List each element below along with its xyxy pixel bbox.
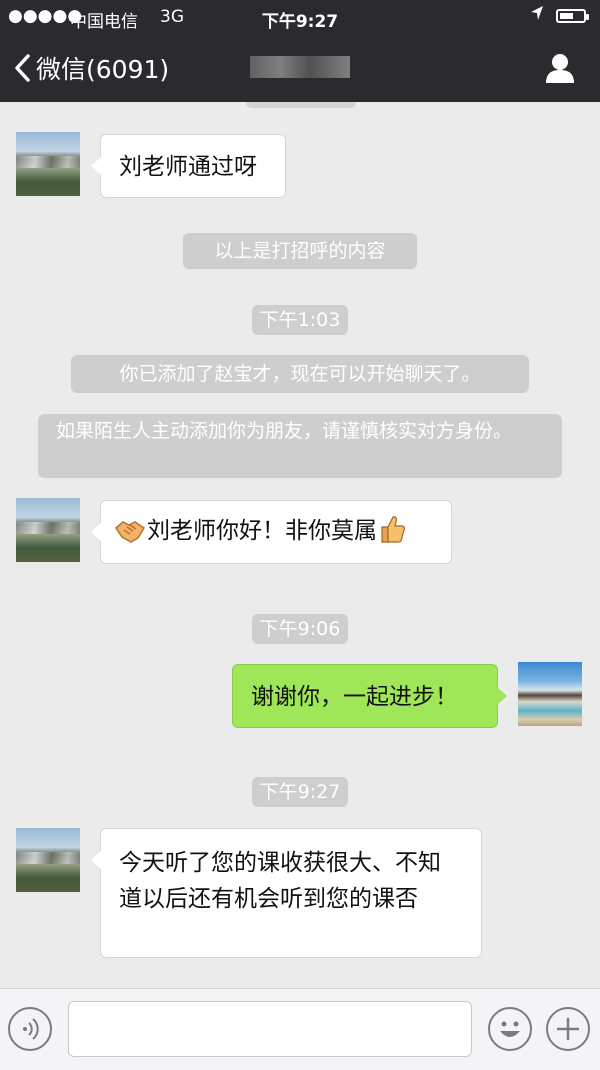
message-bubble[interactable]: 今天听了您的课收获很大、不知道以后还有机会听到您的课否	[91, 828, 482, 958]
system-notice-text: 如果陌生人主动添加你为朋友，请谨慎核实对方身份。	[56, 420, 513, 442]
message-bubble[interactable]: 刘老师你好！非你莫属	[91, 500, 452, 564]
timestamp-text: 下午1:03	[259, 309, 341, 331]
system-notice-text: 你已添加了赵宝才，现在可以开始聊天了。	[119, 363, 481, 385]
back-label: 微信(6091)	[36, 55, 170, 84]
message-text: 刘老师你好！非你莫属	[147, 518, 377, 544]
system-notice: 以上是打招呼的内容	[183, 233, 417, 269]
timestamp-text: 下午9:06	[259, 618, 341, 640]
message-text: 今天听了您的课收获很大、不知道以后还有机会听到您的课否	[119, 850, 441, 912]
back-button[interactable]: 微信(6091)	[14, 48, 169, 88]
voice-icon	[23, 1018, 39, 1040]
battery-icon	[556, 9, 589, 23]
system-notice-text: 以上是打招呼的内容	[214, 240, 386, 262]
thumbs-up-emoji-icon	[379, 514, 405, 555]
handshake-emoji-icon	[115, 516, 146, 555]
plus-icon	[557, 1018, 579, 1040]
avatar-self[interactable]	[518, 662, 582, 726]
system-notice: 如果陌生人主动添加你为朋友，请谨慎核实对方身份。	[38, 414, 562, 478]
more-button[interactable]	[546, 1007, 590, 1051]
location-arrow-icon	[530, 5, 544, 25]
message-text: 刘老师通过呀	[119, 154, 257, 180]
chat-area[interactable]: 刘老师通过呀 以上是打招呼的内容 下午1:03 你已添加了赵宝才，现在可以开始聊…	[0, 102, 600, 988]
person-icon	[546, 54, 574, 83]
previous-message-edge	[246, 102, 356, 108]
profile-button[interactable]	[544, 52, 576, 88]
message-bubble[interactable]: 刘老师通过呀	[91, 134, 286, 198]
message-text: 谢谢你，一起进步！	[251, 684, 458, 710]
emoji-button[interactable]	[488, 1007, 532, 1051]
input-bar	[0, 988, 600, 1070]
timestamp: 下午9:27	[252, 777, 348, 807]
voice-button[interactable]	[8, 1007, 52, 1051]
timestamp: 下午9:06	[252, 614, 348, 644]
system-notice: 你已添加了赵宝才，现在可以开始聊天了。	[71, 355, 529, 393]
timestamp-text: 下午9:27	[259, 781, 341, 803]
nav-bar: 微信(6091)	[0, 34, 600, 102]
smiley-icon	[500, 1021, 520, 1037]
avatar[interactable]	[16, 132, 80, 196]
message-bubble-sent[interactable]: 谢谢你，一起进步！	[232, 664, 507, 728]
status-bar: ●●●●● 中国电信 3G 下午9:27	[0, 0, 600, 34]
chevron-left-icon	[15, 54, 30, 82]
avatar[interactable]	[16, 828, 80, 892]
timestamp: 下午1:03	[252, 305, 348, 335]
chat-title-blurred	[250, 56, 350, 78]
message-input[interactable]	[68, 1001, 472, 1057]
battery-level	[560, 13, 573, 19]
clock: 下午9:27	[261, 12, 339, 32]
avatar[interactable]	[16, 498, 80, 562]
